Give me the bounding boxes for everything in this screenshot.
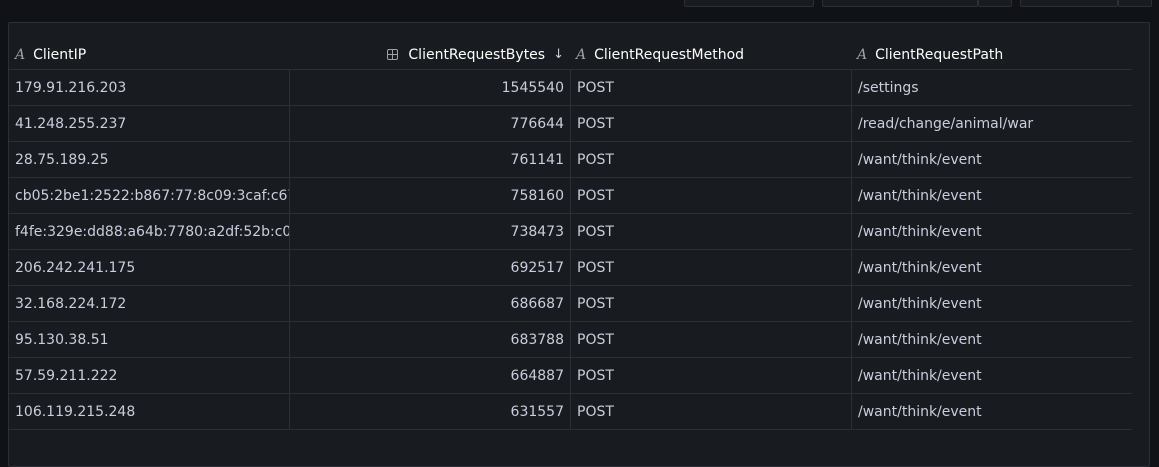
toolbar-dropdown-3[interactable] — [1020, 0, 1118, 7]
table-body: 179.91.216.203 1545540 POST/settings 41.248… — [9, 70, 1132, 430]
text-type-icon: A — [857, 46, 868, 63]
cell-clientip: 106.119.215.248 — [15, 403, 136, 420]
cell-clientip: f4fe:329e:dd88:a64b:7780:a2df:52b:c02 — [15, 223, 289, 240]
cell-clientrequestbytes: 686687 — [289, 286, 570, 321]
text-type-icon: A — [576, 46, 587, 63]
cell-clientip: 32.168.224.172 — [15, 295, 127, 312]
sort-descending-icon: ↓ — [553, 47, 564, 62]
cell-clientrequestmethod: POST — [570, 250, 851, 285]
cell-clientrequestbytes: 664887 — [289, 358, 570, 393]
number-type-icon — [387, 49, 399, 60]
cell-clientip: 28.75.189.25 — [15, 151, 109, 168]
cell-clientip: 206.242.241.175 — [15, 259, 136, 276]
cell-clientrequestbytes: 761141 — [289, 142, 570, 177]
table-row[interactable]: 28.75.189.25 761141 POST/want/think/event — [9, 142, 1132, 178]
cell-clientrequestpath: /want/think/event — [851, 250, 1132, 285]
column-header-label: ClientRequestPath — [875, 46, 1004, 63]
cell-clientrequestbytes: 692517 — [289, 250, 570, 285]
column-header-label: ClientRequestBytes — [408, 46, 546, 63]
cell-clientrequestmethod: POST — [570, 394, 851, 429]
cell-clientrequestmethod: POST — [570, 214, 851, 249]
cell-clientrequestpath: /want/think/event — [851, 178, 1132, 213]
cell-clientrequestbytes: 683788 — [289, 322, 570, 357]
table-row[interactable]: 95.130.38.51 683788 POST/want/think/event — [9, 322, 1132, 358]
cell-clientrequestbytes: 776644 — [289, 106, 570, 141]
cell-clientrequestpath: /want/think/event — [851, 214, 1132, 249]
column-header-label: ClientIP — [33, 46, 87, 63]
cell-clientrequestmethod: POST — [570, 106, 851, 141]
cell-clientrequestpath: /want/think/event — [851, 394, 1132, 429]
table-header: A ClientIP ClientRequestBytes ↓ A Client… — [9, 40, 1132, 70]
column-header-label: ClientRequestMethod — [594, 46, 745, 63]
toolbar-dropdown-2[interactable] — [822, 0, 978, 7]
cell-clientrequestmethod: POST — [570, 178, 851, 213]
table-row[interactable]: 206.242.241.175 692517 POST/want/think/eve… — [9, 250, 1132, 286]
cell-clientrequestpath: /want/think/event — [851, 286, 1132, 321]
cell-clientrequestbytes: 1545540 — [289, 70, 570, 105]
toolbar-dropdown-3-arrow[interactable] — [1118, 0, 1152, 7]
column-header-clientrequestbytes[interactable]: ClientRequestBytes ↓ — [289, 40, 570, 69]
cell-clientip: cb05:2be1:2522:b867:77:8c09:3caf:c67a — [15, 187, 289, 204]
table-row[interactable]: cb05:2be1:2522:b867:77:8c09:3caf:c67a 758… — [9, 178, 1132, 214]
cell-clientrequestmethod: POST — [570, 142, 851, 177]
cell-clientrequestpath: /settings — [851, 70, 1132, 105]
toolbar-dropdown-2-arrow[interactable] — [978, 0, 1012, 7]
column-header-clientip[interactable]: A ClientIP — [9, 40, 289, 69]
table-row[interactable]: f4fe:329e:dd88:a64b:7780:a2df:52b:c02 738… — [9, 214, 1132, 250]
text-type-icon: A — [15, 46, 26, 63]
table-row[interactable]: 57.59.211.222 664887 POST/want/think/event — [9, 358, 1132, 394]
table-row[interactable]: 106.119.215.248 631557 POST/want/think/eve… — [9, 394, 1132, 430]
column-header-clientrequestpath[interactable]: A ClientRequestPath — [851, 40, 1132, 69]
table-row[interactable]: 32.168.224.172 686687 POST/want/think/even… — [9, 286, 1132, 322]
table-row[interactable]: 179.91.216.203 1545540 POST/settings — [9, 70, 1132, 106]
cell-clientrequestmethod: POST — [570, 70, 851, 105]
cell-clientrequestmethod: POST — [570, 286, 851, 321]
cell-clientrequestpath: /read/change/animal/war — [851, 106, 1132, 141]
cell-clientrequestpath: /want/think/event — [851, 142, 1132, 177]
cell-clientip: 179.91.216.203 — [15, 79, 127, 96]
cell-clientip: 41.248.255.237 — [15, 115, 127, 132]
cell-clientrequestbytes: 631557 — [289, 394, 570, 429]
cell-clientrequestmethod: POST — [570, 358, 851, 393]
cell-clientrequestpath: /want/think/event — [851, 322, 1132, 357]
column-header-clientrequestmethod[interactable]: A ClientRequestMethod — [570, 40, 851, 69]
cell-clientrequestpath: /want/think/event — [851, 358, 1132, 393]
data-table: A ClientIP ClientRequestBytes ↓ A Client… — [9, 40, 1132, 430]
cell-clientrequestbytes: 738473 — [289, 214, 570, 249]
cell-clientip: 95.130.38.51 — [15, 331, 109, 348]
cell-clientrequestmethod: POST — [570, 322, 851, 357]
cell-clientrequestbytes: 758160 — [289, 178, 570, 213]
table-row[interactable]: 41.248.255.237 776644 POST/read/change/ani… — [9, 106, 1132, 142]
toolbar-button-1[interactable] — [684, 0, 814, 7]
cell-clientip: 57.59.211.222 — [15, 367, 118, 384]
